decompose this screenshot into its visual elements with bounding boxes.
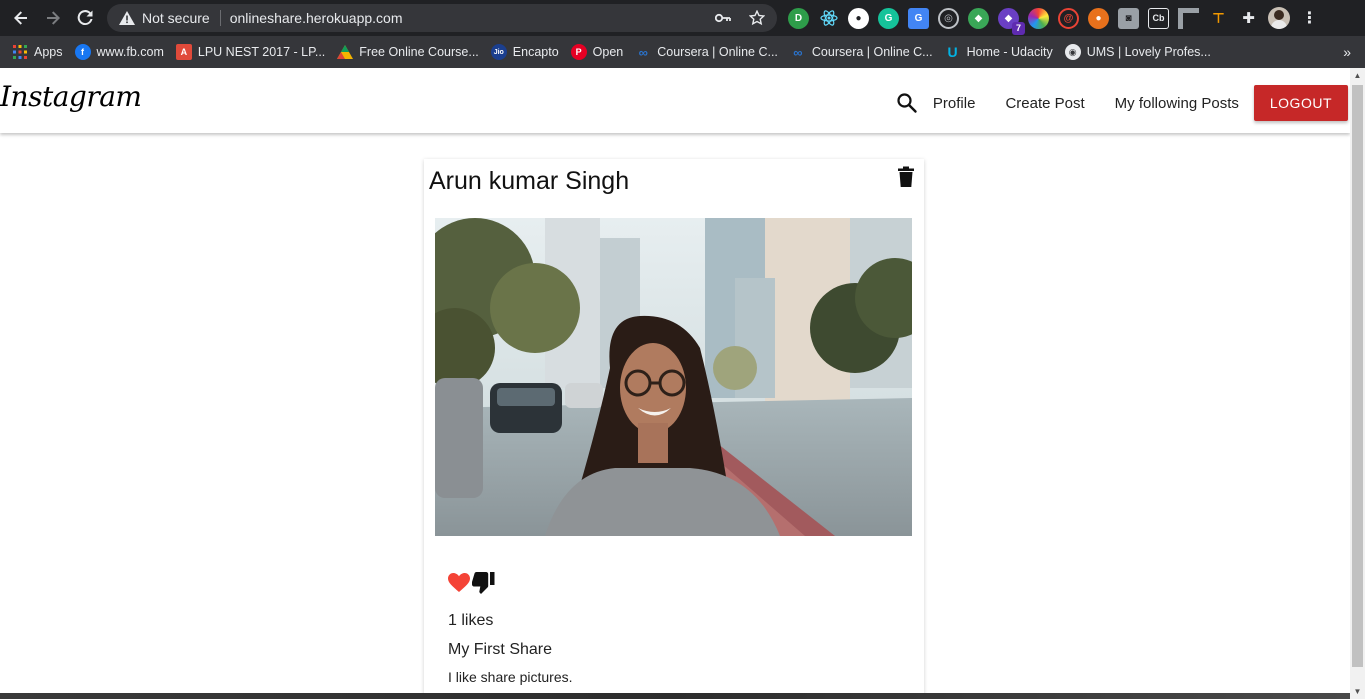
target-icon[interactable]: ◎ [938, 7, 959, 29]
search-icon[interactable] [896, 92, 918, 114]
bookmark-label: Coursera | Online C... [657, 45, 778, 59]
bookmark-label: UMS | Lovely Profes... [1086, 45, 1211, 59]
likes-count: 1 likes [448, 612, 494, 629]
security-label[interactable]: Not secure [142, 10, 210, 26]
bookmark-label: Home - Udacity [966, 45, 1053, 59]
url-text[interactable]: onlineshare.herokuapp.com [230, 10, 403, 26]
post-photo [435, 218, 912, 536]
key-icon[interactable] [713, 8, 733, 28]
back-icon[interactable] [8, 5, 34, 31]
reload-icon[interactable] [72, 5, 98, 31]
camera-icon[interactable]: ◙ [1118, 7, 1139, 29]
bookmark-fb[interactable]: f www.fb.com [74, 44, 164, 60]
vertical-scrollbar[interactable]: ▲ ▼ [1350, 68, 1365, 699]
bookmark-open[interactable]: P Open [570, 44, 624, 60]
browser-toolbar: Not secure onlineshare.herokuapp.com D ●… [0, 0, 1365, 36]
scroll-up-arrow-icon[interactable]: ▲ [1350, 68, 1365, 83]
page-viewport: Instagram Profile Create Post My followi… [0, 68, 1350, 699]
logout-button[interactable]: LOGOUT [1253, 85, 1348, 121]
brand-logo[interactable]: Instagram [0, 80, 142, 113]
jio-icon: Jio [490, 44, 507, 60]
course-icon [337, 44, 354, 60]
bookmark-label: Free Online Course... [359, 45, 479, 59]
bookmark-coursera-1[interactable]: ∞ Coursera | Online C... [635, 44, 778, 60]
post-card: Arun kumar Singh 1 likes My First Share … [424, 159, 924, 699]
bookmark-label: Open [592, 45, 624, 59]
forward-icon[interactable] [40, 5, 66, 31]
extension-d-icon[interactable]: D [788, 7, 809, 29]
post-title: My First Share [448, 641, 553, 658]
omnibox-divider [219, 10, 221, 26]
color-picker-icon[interactable] [1028, 7, 1049, 29]
bookmarks-overflow-icon[interactable]: » [1343, 44, 1351, 60]
address-bar[interactable]: Not secure onlineshare.herokuapp.com [107, 4, 777, 32]
facebook-icon: f [74, 44, 91, 60]
lpu-icon: A [175, 44, 192, 60]
cb-icon[interactable]: Cb [1148, 7, 1169, 29]
bookmark-encapto[interactable]: Jio Encapto [490, 44, 559, 60]
extension-badge-count: 7 [1012, 21, 1025, 35]
pinterest-icon: P [570, 44, 587, 60]
bookmark-ums[interactable]: ◉ UMS | Lovely Profes... [1064, 44, 1211, 60]
app-navbar: Instagram Profile Create Post My followi… [0, 68, 1350, 133]
spiral-icon[interactable]: @ [1058, 7, 1079, 29]
translate-icon[interactable]: G [908, 7, 929, 29]
post-body: I like share pictures. [448, 669, 573, 685]
bookmark-label: Coursera | Online C... [811, 45, 933, 59]
bookmark-udacity[interactable]: U Home - Udacity [945, 44, 1053, 60]
bookmark-label: Apps [34, 45, 63, 59]
menu-icon[interactable]: ⋮ [1299, 8, 1320, 29]
bookmark-label: LPU NEST 2017 - LP... [197, 45, 326, 59]
apps-grid-icon [12, 44, 28, 60]
taskbar-edge [0, 693, 1350, 699]
bookmark-label: Encapto [512, 45, 559, 59]
thumb-down-icon[interactable] [472, 572, 496, 599]
bookmark-free-course[interactable]: Free Online Course... [337, 44, 479, 60]
extension-circle-icon[interactable]: ● [848, 7, 869, 29]
react-icon[interactable] [818, 8, 839, 29]
udacity-icon: U [947, 44, 958, 60]
bookmark-coursera-2[interactable]: ∞ Coursera | Online C... [790, 44, 933, 60]
post-actions [448, 572, 496, 599]
scroll-thumb[interactable] [1352, 85, 1363, 667]
extension-fox-icon[interactable]: ● [1088, 7, 1109, 29]
extension-badge-icon[interactable]: ◆ 7 [998, 7, 1025, 35]
nav-following-posts-link[interactable]: My following Posts [1115, 95, 1239, 112]
post-author[interactable]: Arun kumar Singh [429, 167, 629, 196]
bookmark-label: www.fb.com [96, 45, 164, 59]
coursera-icon: ∞ [793, 44, 803, 60]
nav-profile-link[interactable]: Profile [933, 95, 976, 112]
star-icon[interactable] [747, 8, 767, 28]
extension-leaf-icon[interactable]: ◆ [968, 7, 989, 29]
scroll-down-arrow-icon[interactable]: ▼ [1350, 684, 1365, 699]
pin-icon[interactable]: ⊤ [1208, 8, 1229, 29]
profile-avatar[interactable] [1268, 7, 1290, 29]
frame-icon[interactable] [1178, 7, 1199, 29]
bookmarks-bar: Apps f www.fb.com A LPU NEST 2017 - LP..… [0, 36, 1365, 68]
bookmark-lpu-nest[interactable]: A LPU NEST 2017 - LP... [175, 44, 326, 60]
nav-create-post-link[interactable]: Create Post [1005, 95, 1084, 112]
grammarly-icon[interactable]: G [878, 7, 899, 29]
globe-icon: ◉ [1064, 44, 1081, 60]
nav-links: Profile Create Post My following Posts L… [896, 85, 1348, 121]
puzzle-icon[interactable]: ✚ [1238, 8, 1259, 29]
warning-icon [118, 9, 136, 27]
bookmark-apps[interactable]: Apps [12, 44, 63, 60]
coursera-icon: ∞ [638, 44, 648, 60]
heart-icon[interactable] [448, 573, 470, 598]
extensions-bar: D ● G G ◎ ◆ ◆ 7 @ ● ◙ Cb ⊤ ✚ ⋮ [788, 7, 1320, 35]
delete-icon[interactable] [897, 166, 915, 188]
